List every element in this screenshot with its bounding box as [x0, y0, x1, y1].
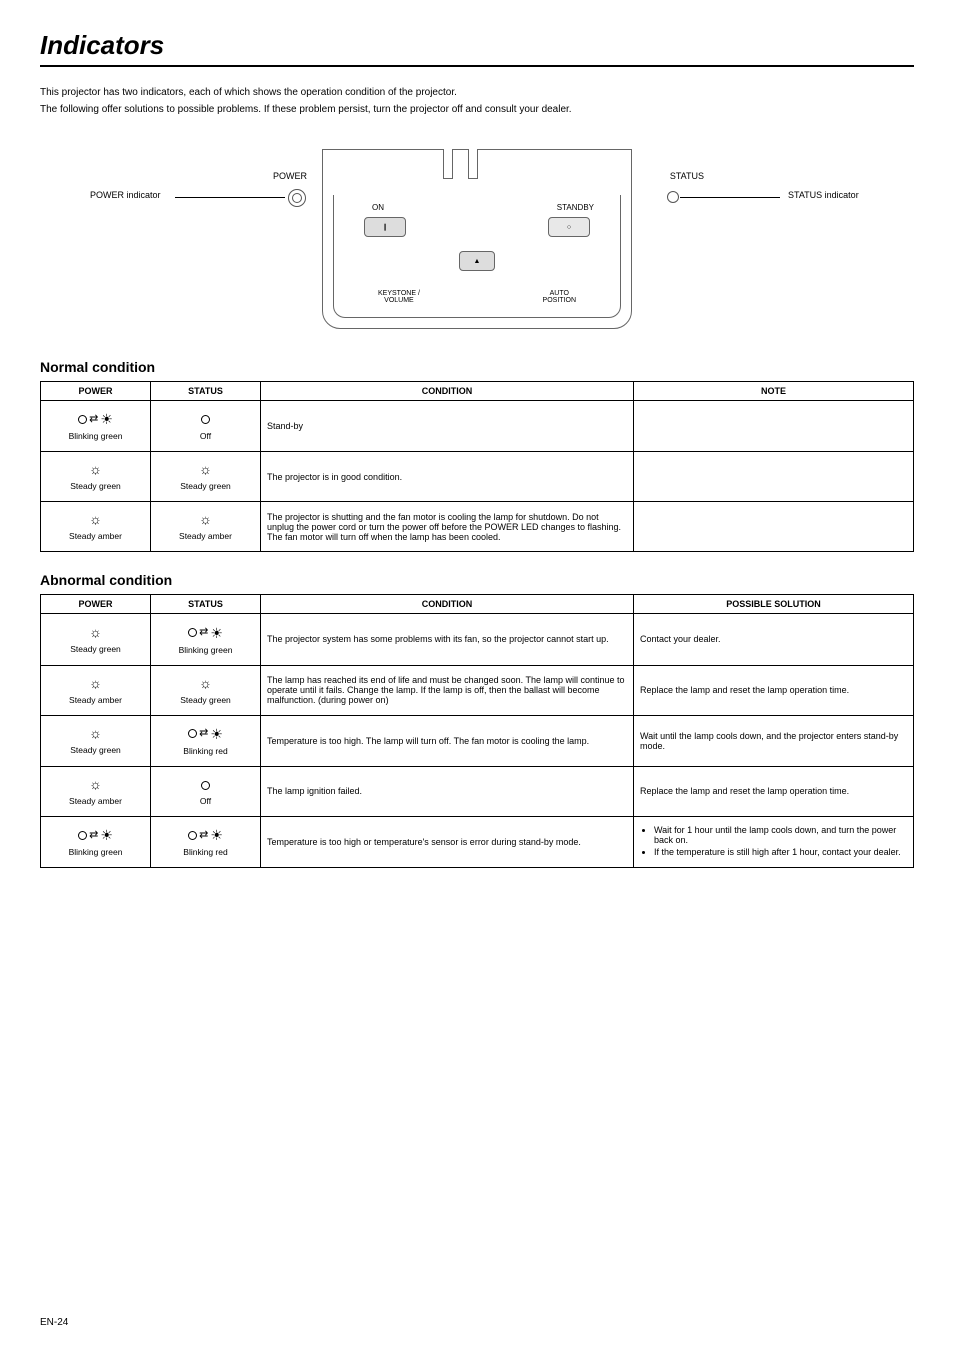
th-status: STATUS [151, 382, 261, 401]
th-status: STATUS [151, 595, 261, 614]
abnormal-condition-table: POWER STATUS CONDITION POSSIBLE SOLUTION… [40, 594, 914, 868]
status-cell: ☼Steady green [151, 452, 261, 502]
status-state-label: Blinking green [155, 645, 256, 655]
table-row: ☼Steady amber☼Steady amberThe projector … [41, 502, 914, 552]
condition-cell: The projector is shutting and the fan mo… [261, 502, 634, 552]
power-cell: ⇄☀Blinking green [41, 401, 151, 452]
power-state-label: Steady amber [45, 531, 146, 541]
condition-cell: The lamp has reached its end of life and… [261, 665, 634, 715]
status-state-label: Steady amber [155, 531, 256, 541]
abnormal-condition-heading: Abnormal condition [40, 572, 914, 588]
th-note: NOTE [634, 382, 914, 401]
leader-line [680, 197, 780, 198]
standby-label: STANDBY [557, 203, 594, 212]
power-state-label: Steady amber [45, 695, 146, 705]
power-state-label: Steady green [45, 644, 146, 654]
power-cell: ☼Steady amber [41, 766, 151, 816]
power-cell: ☼Steady green [41, 715, 151, 766]
on-label: ON [372, 203, 384, 212]
panel-inner: ON STANDBY ❙ ○ ▲ KEYSTONE / VOLUME AUTO … [333, 195, 621, 318]
page-number: EN-24 [40, 1317, 68, 1328]
solution-cell: Wait for 1 hour until the lamp cools dow… [634, 816, 914, 867]
condition-cell: The lamp ignition failed. [261, 766, 634, 816]
status-state-label: Steady green [155, 481, 256, 491]
table-row: ☼Steady amber☼Steady greenThe lamp has r… [41, 665, 914, 715]
condition-cell: Temperature is too high. The lamp will t… [261, 715, 634, 766]
note-cell [634, 452, 914, 502]
diagram-status-text: STATUS [670, 171, 704, 181]
status-state-label: Steady green [155, 695, 256, 705]
projector-panel: ON STANDBY ❙ ○ ▲ KEYSTONE / VOLUME AUTO … [322, 149, 632, 329]
power-led-icon [288, 189, 306, 207]
solution-list: Wait for 1 hour until the lamp cools dow… [640, 825, 907, 857]
auto-position-label: AUTO POSITION [543, 290, 576, 305]
table-row: ☼Steady green☼Steady greenThe projector … [41, 452, 914, 502]
status-indicator-label: STATUS indicator [788, 190, 859, 200]
list-item: Wait for 1 hour until the lamp cools dow… [654, 825, 907, 845]
th-solution: POSSIBLE SOLUTION [634, 595, 914, 614]
power-cell: ☼Steady amber [41, 502, 151, 552]
intro-block: This projector has two indicators, each … [40, 85, 914, 117]
status-cell: ⇄☀Blinking red [151, 715, 261, 766]
status-state-label: Blinking red [155, 847, 256, 857]
condition-cell: Temperature is too high or temperature's… [261, 816, 634, 867]
keystone-button: ▲ [459, 251, 495, 271]
diagram-power-text: POWER [273, 171, 307, 181]
th-condition: CONDITION [261, 382, 634, 401]
condition-cell: Stand-by [261, 401, 634, 452]
standby-button: ○ [548, 217, 590, 237]
table-row: ☼Steady green⇄☀Blinking greenThe project… [41, 614, 914, 665]
condition-cell: The projector system has some problems w… [261, 614, 634, 665]
status-cell: ⇄☀Blinking green [151, 614, 261, 665]
power-state-label: Blinking green [45, 431, 146, 441]
page-title: Indicators [40, 30, 914, 67]
indicator-diagram: POWER indicator POWER ON STANDBY ❙ ○ ▲ K… [40, 129, 914, 339]
power-indicator-label: POWER indicator [90, 190, 161, 200]
table-row: ☼Steady green⇄☀Blinking redTemperature i… [41, 715, 914, 766]
power-cell: ⇄☀Blinking green [41, 816, 151, 867]
power-state-label: Steady green [45, 745, 146, 755]
th-power: POWER [41, 382, 151, 401]
status-state-label: Off [155, 796, 256, 806]
status-state-label: Off [155, 431, 256, 441]
status-cell: ☼Steady amber [151, 502, 261, 552]
note-cell [634, 502, 914, 552]
intro-line-1: This projector has two indicators, each … [40, 85, 914, 100]
solution-cell: Replace the lamp and reset the lamp oper… [634, 665, 914, 715]
status-cell: Off [151, 401, 261, 452]
keystone-label: KEYSTONE / VOLUME [378, 290, 420, 305]
on-button: ❙ [364, 217, 406, 237]
normal-condition-heading: Normal condition [40, 359, 914, 375]
th-power: POWER [41, 595, 151, 614]
table-row: ⇄☀Blinking green⇄☀Blinking redTemperatur… [41, 816, 914, 867]
power-cell: ☼Steady amber [41, 665, 151, 715]
solution-cell: Replace the lamp and reset the lamp oper… [634, 766, 914, 816]
status-cell: ⇄☀Blinking red [151, 816, 261, 867]
solution-cell: Contact your dealer. [634, 614, 914, 665]
th-condition: CONDITION [261, 595, 634, 614]
power-cell: ☼Steady green [41, 452, 151, 502]
power-cell: ☼Steady green [41, 614, 151, 665]
leader-line [175, 197, 285, 198]
solution-cell: Wait until the lamp cools down, and the … [634, 715, 914, 766]
status-cell: ☼Steady green [151, 665, 261, 715]
table-row: ☼Steady amber Off The lamp ignition failed… [41, 766, 914, 816]
normal-condition-table: POWER STATUS CONDITION NOTE ⇄☀Blinking g… [40, 381, 914, 552]
power-state-label: Blinking green [45, 847, 146, 857]
power-state-label: Steady green [45, 481, 146, 491]
power-state-label: Steady amber [45, 796, 146, 806]
note-cell [634, 401, 914, 452]
list-item: If the temperature is still high after 1… [654, 847, 907, 857]
intro-line-2: The following offer solutions to possibl… [40, 102, 914, 117]
status-cell: Off [151, 766, 261, 816]
status-led-icon [667, 191, 679, 203]
status-state-label: Blinking red [155, 746, 256, 756]
table-row: ⇄☀Blinking green Off Stand-by [41, 401, 914, 452]
condition-cell: The projector is in good condition. [261, 452, 634, 502]
